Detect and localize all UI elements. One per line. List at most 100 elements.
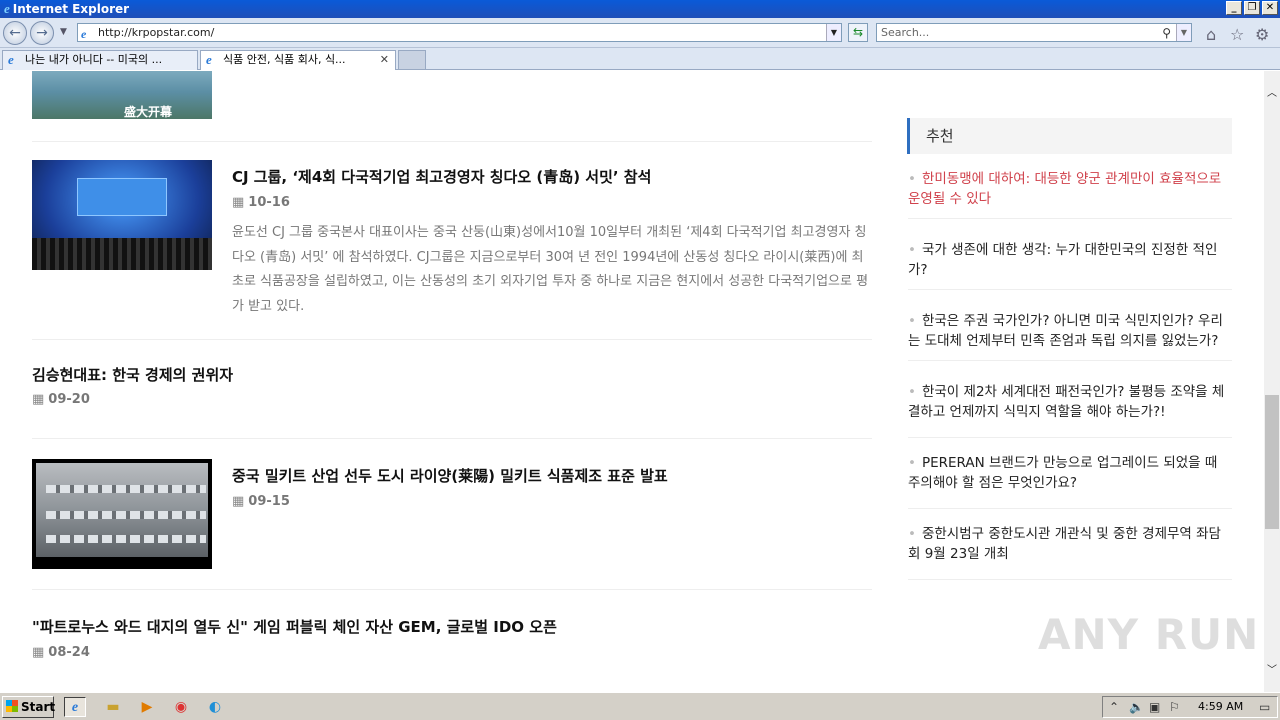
address-dropdown-icon[interactable]: ▼ <box>826 24 841 41</box>
machine-row <box>46 535 206 543</box>
calendar-icon: ▦ <box>32 645 45 660</box>
scroll-up-icon[interactable]: ︿ <box>1264 85 1280 102</box>
divider <box>908 218 1232 219</box>
address-input[interactable]: e http://krpopstar.com/ ▼ <box>77 23 842 42</box>
machine-row <box>46 511 206 519</box>
tab-label: 나는 내가 아니다 -- 미국의 ... <box>25 53 163 66</box>
tab-2-active[interactable]: e 식품 안전, 식품 회사, 식... ✕ <box>200 50 396 70</box>
tab-close-icon[interactable]: ✕ <box>380 51 389 69</box>
bullet-icon: • <box>908 242 916 258</box>
scroll-thumb[interactable] <box>1265 395 1279 529</box>
ie-taskbar-icon[interactable]: e <box>64 697 86 717</box>
sidebar-item[interactable]: • PERERAN 브랜드가 만능으로 업그레이드 되었을 때 주의해야 할 점은… <box>908 453 1232 493</box>
sidebar-item-label: PERERAN 브랜드가 만능으로 업그레이드 되었을 때 주의해야 할 점은 … <box>908 455 1218 491</box>
start-label: Start <box>21 700 56 714</box>
audience <box>32 238 212 270</box>
divider <box>32 339 872 340</box>
date-text: 09-15 <box>248 494 290 509</box>
date-text: 08-24 <box>48 645 90 660</box>
search-icon[interactable]: ⚲ <box>1162 25 1171 42</box>
address-url: http://krpopstar.com/ <box>98 26 215 39</box>
article-date: ▦ 09-15 <box>232 494 290 509</box>
chrome-icon[interactable]: ◉ <box>170 697 192 717</box>
window-controls: _ ❐ ✕ <box>1226 1 1278 15</box>
tab-favicon-icon: e <box>8 52 14 67</box>
bullet-icon: • <box>908 171 916 187</box>
date-text: 09-20 <box>48 392 90 407</box>
divider <box>908 360 1232 361</box>
sidebar-item[interactable]: • 중한시범구 중한도시관 개관식 및 중한 경제무역 좌담회 9월 23일 개최 <box>908 524 1232 564</box>
article-thumbnail[interactable]: 盛大开幕 <box>32 71 212 119</box>
sidebar-item-label: 한국은 주권 국가인가? 아니면 미국 식민지인가? 우리는 도대체 언제부터 … <box>908 313 1223 349</box>
bullet-icon: • <box>908 313 916 329</box>
calendar-icon: ▦ <box>232 494 245 509</box>
back-button[interactable]: ← <box>3 21 27 45</box>
article-date: ▦ 08-24 <box>32 645 90 660</box>
article-excerpt: 윤도선 CJ 그룹 중국본사 대표이사는 중국 산둥(山東)성에서10월 10일… <box>232 225 869 314</box>
divider <box>908 579 1232 580</box>
article-thumbnail[interactable] <box>32 459 212 569</box>
divider <box>32 589 872 590</box>
minimize-button[interactable]: _ <box>1226 1 1242 15</box>
windows-flag-icon <box>6 700 18 712</box>
article-title[interactable]: 김승현대표: 한국 경제의 권위자 <box>32 364 233 385</box>
bullet-icon: • <box>908 384 916 400</box>
calendar-icon: ▦ <box>232 195 245 210</box>
article-title[interactable]: CJ 그룹, ‘제4회 다국적기업 최고경영자 칭다오 (青岛) 서밋’ 참석 <box>232 166 651 187</box>
sidebar-item-label: 한미동맹에 대하여: 대등한 양군 관계만이 효율적으로 운영될 수 있다 <box>908 171 1222 207</box>
sidebar-item[interactable]: • 한국은 주권 국가인가? 아니면 미국 식민지인가? 우리는 도대체 언제부터… <box>908 311 1232 351</box>
network-icon[interactable]: ▣ <box>1149 697 1160 717</box>
vertical-scrollbar[interactable]: ︿ ﹀ <box>1264 71 1280 692</box>
stage-screen <box>77 178 167 216</box>
tab-1[interactable]: e 나는 내가 아니다 -- 미국의 ... <box>2 50 198 70</box>
sidebar-item[interactable]: • 국가 생존에 대한 생각: 누가 대한민국의 진정한 적인가? <box>908 240 1232 280</box>
sidebar-item-label: 중한시범구 중한도시관 개관식 및 중한 경제무역 좌담회 9월 23일 개최 <box>908 526 1221 562</box>
bullet-icon: • <box>908 526 916 542</box>
bullet-icon: • <box>908 455 916 471</box>
forward-button[interactable]: → <box>30 21 54 45</box>
address-toolbar: ← → ▼ e http://krpopstar.com/ ▼ ⇆ Search… <box>0 18 1280 48</box>
sidebar-heading: 추천 <box>907 118 1232 154</box>
gear-icon[interactable]: ⚙ <box>1255 25 1269 44</box>
system-tray: ⌃ 🔈 ▣ ⚐ 4:59 AM ▭ <box>1102 696 1278 718</box>
start-button[interactable]: Start <box>2 696 56 718</box>
article-title[interactable]: "파트로누스 와드 대지의 열두 신" 게임 퍼블릭 체인 자산 GEM, 글로… <box>32 616 557 637</box>
history-dropdown-icon[interactable]: ▼ <box>60 27 67 37</box>
search-placeholder: Search... <box>881 26 930 39</box>
divider <box>32 141 872 142</box>
anyrun-watermark: ANY RUN <box>1038 610 1260 659</box>
article-date: ▦ 09-20 <box>32 392 90 407</box>
sidebar-item-label: 국가 생존에 대한 생각: 누가 대한민국의 진정한 적인가? <box>908 242 1218 278</box>
factory-image <box>36 463 208 557</box>
folder-icon[interactable]: ▬ <box>102 697 124 717</box>
close-button[interactable]: ✕ <box>1262 1 1278 15</box>
calendar-icon: ▦ <box>32 392 45 407</box>
scroll-down-icon[interactable]: ﹀ <box>1264 662 1280 679</box>
home-icon[interactable]: ⌂ <box>1206 25 1216 44</box>
edge-icon[interactable]: ◐ <box>204 697 226 717</box>
divider <box>908 508 1232 509</box>
search-input[interactable]: Search... ⚲ ▼ <box>876 23 1192 42</box>
clock[interactable]: 4:59 AM <box>1198 697 1243 717</box>
machine-row <box>46 485 206 493</box>
favorites-star-icon[interactable]: ☆ <box>1230 25 1244 44</box>
divider <box>908 289 1232 290</box>
search-dropdown-icon[interactable]: ▼ <box>1176 24 1191 41</box>
show-desktop-icon[interactable]: ▭ <box>1259 697 1270 717</box>
article-title[interactable]: 중국 밀키트 산업 선두 도시 라이양(莱陽) 밀키트 식품제조 표준 발표 <box>232 465 668 486</box>
sidebar-item-label: 한국이 제2차 세계대전 패전국인가? 불평등 조약을 체결하고 언제까지 식믹… <box>908 384 1225 420</box>
new-tab-button[interactable] <box>398 50 426 70</box>
window-titlebar: e Internet Explorer _ ❐ ✕ <box>0 0 1280 18</box>
ie-logo-icon: e <box>4 1 10 16</box>
sidebar-item[interactable]: • 한국이 제2차 세계대전 패전국인가? 불평등 조약을 체결하고 언제까지 식… <box>908 382 1232 422</box>
article-thumbnail[interactable] <box>32 160 212 270</box>
page-favicon-icon: e <box>81 27 87 41</box>
refresh-button[interactable]: ⇆ <box>848 23 868 42</box>
action-center-flag-icon[interactable]: ⚐ <box>1169 697 1180 717</box>
tab-label: 식품 안전, 식품 회사, 식... <box>223 53 346 66</box>
volume-icon[interactable]: 🔈 <box>1129 697 1144 717</box>
tray-expand-icon[interactable]: ⌃ <box>1109 697 1119 717</box>
media-player-icon[interactable]: ▶ <box>136 697 158 717</box>
restore-button[interactable]: ❐ <box>1244 1 1260 15</box>
sidebar-item[interactable]: • 한미동맹에 대하여: 대등한 양군 관계만이 효율적으로 운영될 수 있다 <box>908 169 1232 209</box>
